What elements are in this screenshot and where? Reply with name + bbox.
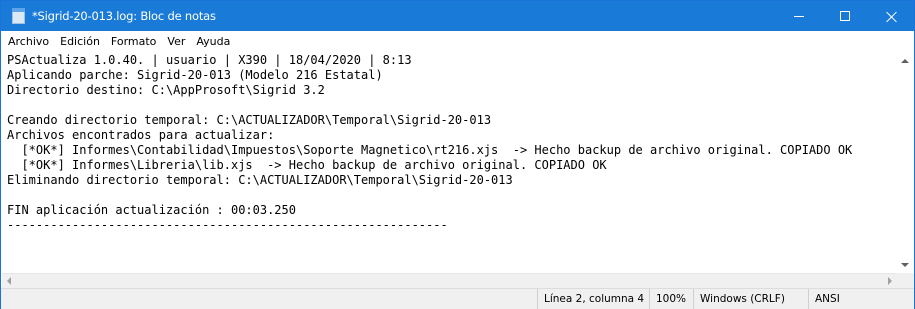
scrollbar-corner	[897, 273, 914, 288]
line-ending: Windows (CRLF)	[693, 289, 808, 309]
text-line	[7, 248, 897, 263]
close-button[interactable]	[868, 1, 914, 31]
minimize-button[interactable]	[776, 1, 822, 31]
text-line: Eliminando directorio temporal: C:\ACTUA…	[7, 173, 513, 187]
maximize-icon	[840, 11, 850, 21]
maximize-button[interactable]	[822, 1, 868, 31]
text-line: PSActualiza 1.0.40. | usuario | X390 | 1…	[7, 53, 412, 67]
menu-bar: Archivo Edición Formato Ver Ayuda	[1, 31, 914, 51]
menu-archivo[interactable]: Archivo	[7, 35, 50, 48]
vertical-scrollbar[interactable]	[897, 51, 914, 273]
text-line: Archivos encontrados para actualizar:	[7, 128, 275, 142]
minimize-icon	[794, 15, 804, 17]
menu-formato[interactable]: Formato	[110, 35, 158, 48]
encoding: ANSI	[808, 289, 914, 309]
menu-edicion[interactable]: Edición	[59, 35, 101, 48]
text-line: Directorio destino: C:\AppProsoft\Sigrid…	[7, 83, 325, 97]
menu-ver[interactable]: Ver	[166, 35, 186, 48]
text-line: [*OK*] Informes\Contabilidad\Impuestos\S…	[7, 143, 853, 157]
text-editor[interactable]: PSActualiza 1.0.40. | usuario | X390 | 1…	[7, 53, 897, 271]
zoom-level: 100%	[649, 289, 693, 309]
scroll-left-icon[interactable]	[7, 277, 11, 285]
menu-ayuda[interactable]: Ayuda	[195, 35, 231, 48]
text-line	[7, 188, 897, 203]
cursor-position: Línea 2, columna 4	[537, 289, 649, 309]
text-line: FIN aplicación actualización : 00:03.250	[7, 203, 296, 217]
text-line: Creando directorio temporal: C:\ACTUALIZ…	[7, 113, 492, 127]
notepad-icon	[12, 8, 26, 24]
status-bar: Línea 2, columna 4 100% Windows (CRLF) A…	[1, 288, 914, 309]
scroll-down-icon[interactable]	[901, 263, 909, 267]
title-bar[interactable]: *Sigrid-20-013.log: Bloc de notas	[1, 1, 914, 31]
text-line: Aplicando parche: Sigrid-20-013 (Modelo …	[7, 68, 383, 82]
text-line: ----------------------------------------…	[7, 218, 448, 232]
text-line	[7, 233, 897, 248]
notepad-window: *Sigrid-20-013.log: Bloc de notas Archiv…	[0, 0, 915, 309]
horizontal-scrollbar[interactable]	[2, 273, 897, 288]
scroll-right-icon[interactable]	[888, 277, 892, 285]
window-title: *Sigrid-20-013.log: Bloc de notas	[32, 9, 216, 23]
text-line	[7, 98, 897, 113]
scroll-up-icon[interactable]	[901, 59, 909, 63]
close-icon	[886, 11, 897, 22]
text-line: [*OK*] Informes\Libreria\lib.xjs -> Hech…	[7, 158, 607, 172]
